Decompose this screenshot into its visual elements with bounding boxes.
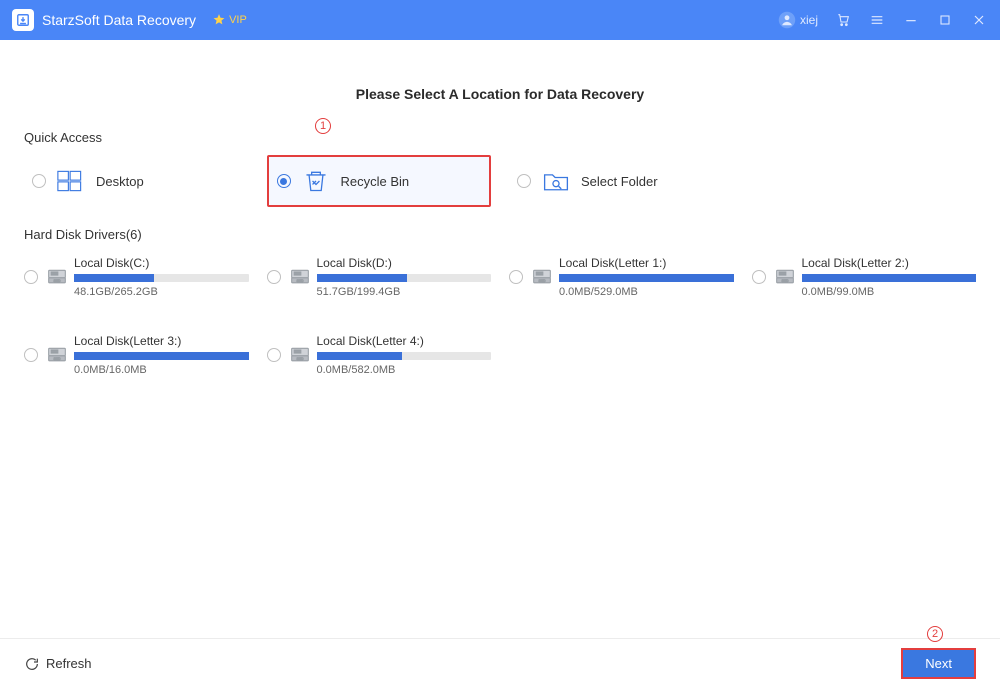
drive-item[interactable]: SSD Local Disk(Letter 2:) 0.0MB/99.0MB <box>752 252 977 302</box>
drive-name: Local Disk(Letter 3:) <box>74 334 249 348</box>
radio-icon <box>267 270 281 284</box>
drive-name: Local Disk(Letter 4:) <box>317 334 492 348</box>
desktop-icon <box>56 167 86 195</box>
maximize-icon[interactable] <box>936 11 954 29</box>
svg-text:SSD: SSD <box>296 357 303 361</box>
vip-badge: VIP <box>212 13 247 27</box>
quick-access-label-text: Select Folder <box>581 174 658 189</box>
app-title: StarzSoft Data Recovery <box>42 12 196 28</box>
drive-usage-text: 0.0MB/582.0MB <box>317 364 492 376</box>
drive-item[interactable]: SSD Local Disk(D:) 51.7GB/199.4GB <box>267 252 492 302</box>
drive-item[interactable]: SSD Local Disk(Letter 3:) 0.0MB/16.0MB <box>24 330 249 380</box>
quick-access-select-folder[interactable]: Select Folder <box>509 157 734 205</box>
radio-icon <box>267 348 281 362</box>
svg-text:SSD: SSD <box>54 279 61 283</box>
drive-usage-text: 0.0MB/16.0MB <box>74 364 249 376</box>
quick-access-label: Quick Access <box>24 130 976 145</box>
drive-item[interactable]: SSD Local Disk(Letter 4:) 0.0MB/582.0MB <box>267 330 492 380</box>
drive-name: Local Disk(Letter 1:) <box>559 256 734 270</box>
drive-item[interactable]: SSD Local Disk(Letter 1:) 0.0MB/529.0MB <box>509 252 734 302</box>
refresh-button[interactable]: Refresh <box>24 656 92 672</box>
radio-icon <box>32 174 46 188</box>
drive-name: Local Disk(D:) <box>317 256 492 270</box>
drive-item[interactable]: SSD Local Disk(C:) 48.1GB/265.2GB <box>24 252 249 302</box>
drive-usage-text: 0.0MB/529.0MB <box>559 286 734 298</box>
app-logo-icon <box>12 9 34 31</box>
titlebar: StarzSoft Data Recovery VIP xiej <box>0 0 1000 40</box>
radio-icon <box>277 174 291 188</box>
folder-search-icon <box>541 167 571 195</box>
radio-icon <box>24 348 38 362</box>
drive-usage-bar <box>74 352 249 360</box>
radio-icon <box>752 270 766 284</box>
username: xiej <box>800 13 818 27</box>
drive-name: Local Disk(Letter 2:) <box>802 256 977 270</box>
drive-usage-bar <box>802 274 977 282</box>
drive-usage-bar <box>559 274 734 282</box>
drive-usage-bar <box>74 274 249 282</box>
disk-icon: SSD <box>774 268 796 298</box>
drive-usage-text: 48.1GB/265.2GB <box>74 286 249 298</box>
drive-usage-bar <box>317 352 492 360</box>
refresh-label: Refresh <box>46 656 92 671</box>
drives-section-label: Hard Disk Drivers(6) <box>24 227 976 242</box>
quick-access-label-text: Desktop <box>96 174 144 189</box>
disk-icon: SSD <box>289 268 311 298</box>
radio-icon <box>24 270 38 284</box>
main-content: Please Select A Location for Data Recove… <box>0 40 1000 638</box>
minimize-icon[interactable] <box>902 11 920 29</box>
drive-usage-text: 0.0MB/99.0MB <box>802 286 977 298</box>
drives-grid: SSD Local Disk(C:) 48.1GB/265.2GB SSD Local … <box>24 252 976 380</box>
annotation-step1: 1 <box>315 118 331 134</box>
page-title: Please Select A Location for Data Recove… <box>24 86 976 102</box>
disk-icon: SSD <box>46 346 68 376</box>
footer-bar: Refresh Next <box>0 638 1000 688</box>
svg-text:SSD: SSD <box>296 279 303 283</box>
svg-text:SSD: SSD <box>54 357 61 361</box>
quick-access-row: Desktop Recycle Bin Select Folder <box>24 155 976 207</box>
next-button[interactable]: Next <box>901 648 976 679</box>
quick-access-recycle-bin[interactable]: Recycle Bin <box>267 155 492 207</box>
cart-icon[interactable] <box>834 11 852 29</box>
trash-icon <box>301 167 331 195</box>
quick-access-desktop[interactable]: Desktop <box>24 157 249 205</box>
svg-text:SSD: SSD <box>781 279 788 283</box>
user-chip[interactable]: xiej <box>778 11 818 29</box>
svg-text:SSD: SSD <box>539 279 546 283</box>
annotation-step2: 2 <box>927 626 943 642</box>
menu-icon[interactable] <box>868 11 886 29</box>
drive-name: Local Disk(C:) <box>74 256 249 270</box>
drive-usage-bar <box>317 274 492 282</box>
disk-icon: SSD <box>46 268 68 298</box>
radio-icon <box>517 174 531 188</box>
disk-icon: SSD <box>531 268 553 298</box>
radio-icon <box>509 270 523 284</box>
quick-access-label-text: Recycle Bin <box>341 174 410 189</box>
close-icon[interactable] <box>970 11 988 29</box>
drive-usage-text: 51.7GB/199.4GB <box>317 286 492 298</box>
vip-label: VIP <box>229 14 247 26</box>
disk-icon: SSD <box>289 346 311 376</box>
